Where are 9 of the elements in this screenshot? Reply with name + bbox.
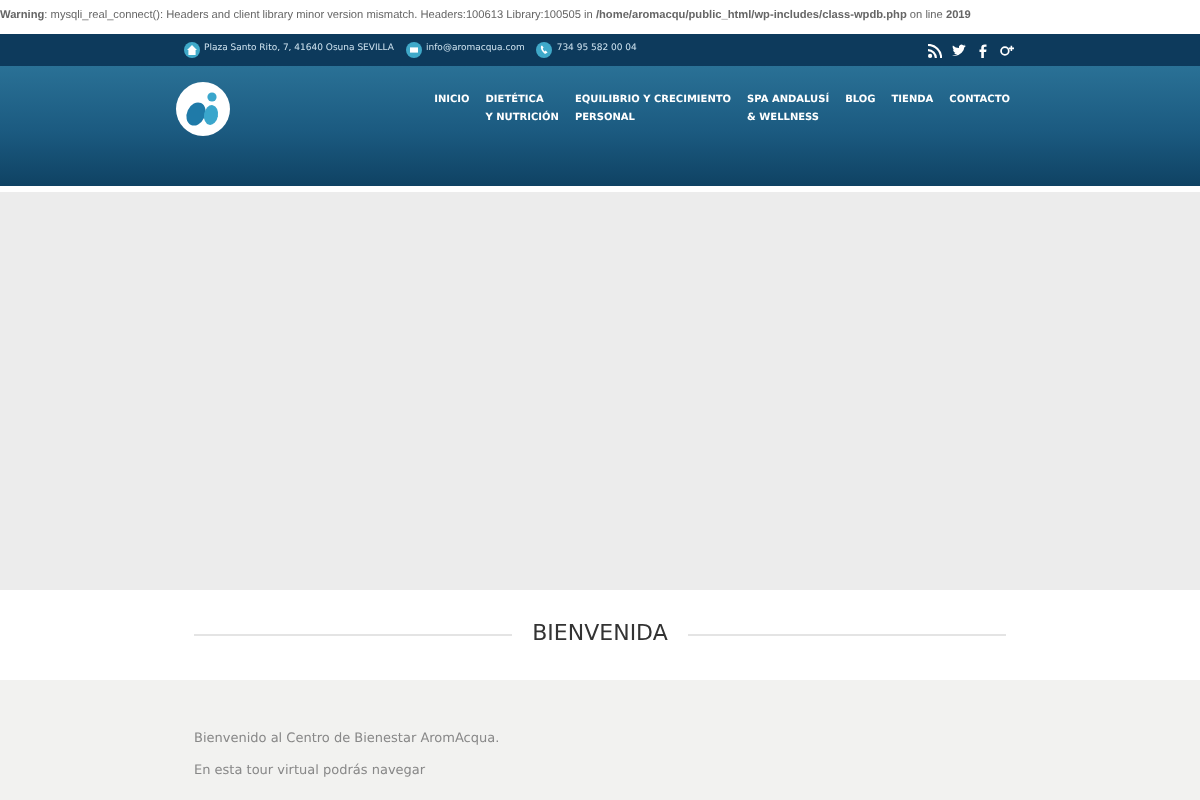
google-plus-icon[interactable] bbox=[1000, 43, 1014, 57]
facebook-icon[interactable] bbox=[976, 43, 990, 57]
rss-icon[interactable] bbox=[928, 43, 942, 57]
home-icon bbox=[184, 42, 200, 58]
phone-icon bbox=[536, 42, 553, 58]
logo-icon[interactable] bbox=[176, 82, 230, 136]
envelope-icon bbox=[406, 42, 422, 58]
section-heading: BIENVENIDA bbox=[532, 618, 668, 651]
twitter-icon[interactable] bbox=[952, 43, 966, 57]
